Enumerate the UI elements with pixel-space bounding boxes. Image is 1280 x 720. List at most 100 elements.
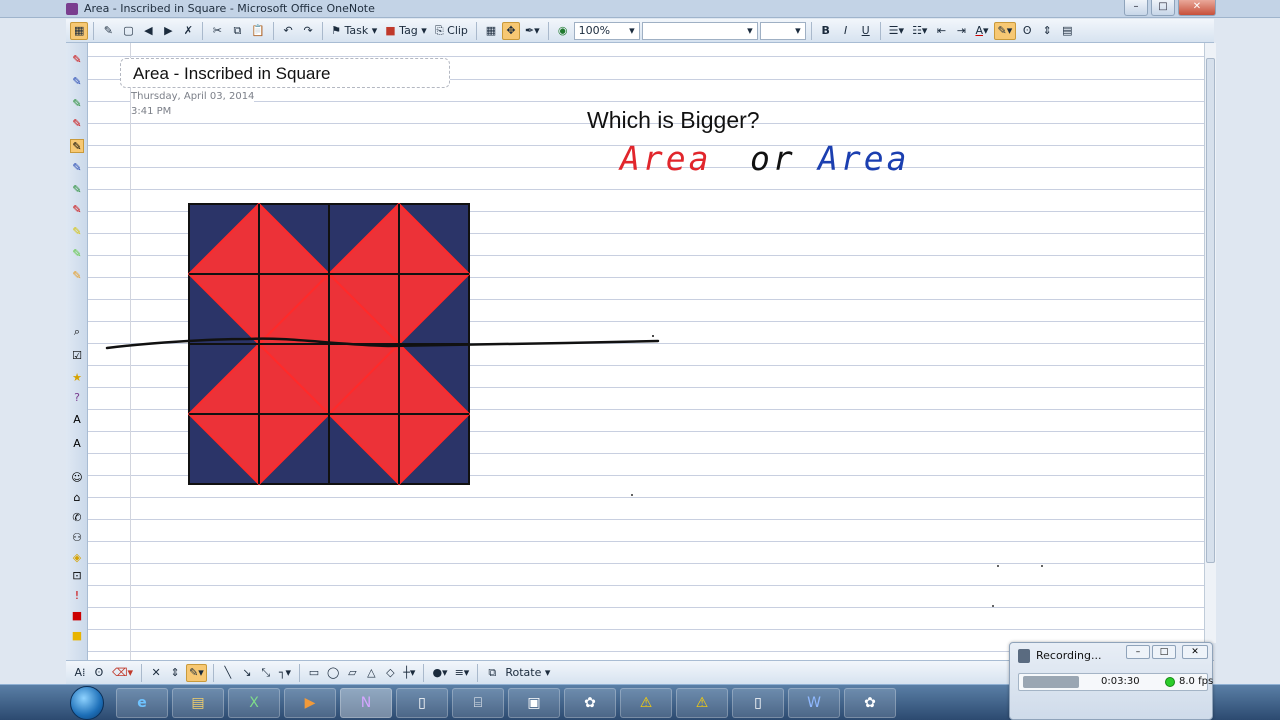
paste-icon[interactable]: 📋 xyxy=(248,22,268,40)
underline-button[interactable]: U xyxy=(857,22,875,40)
word-icon[interactable]: W xyxy=(788,688,840,718)
parallelogram-icon[interactable]: ▱ xyxy=(344,664,360,682)
checkbox-icon[interactable]: ☑ xyxy=(70,349,84,363)
question-text[interactable]: Which is Bigger? xyxy=(587,107,760,134)
double-arrow-icon[interactable]: ⤡ xyxy=(258,664,274,682)
start-orb-icon[interactable] xyxy=(70,686,104,720)
page-list-icon[interactable]: ▤ xyxy=(1058,22,1076,40)
diamond-icon[interactable]: ◇ xyxy=(382,664,398,682)
vertical-scrollbar[interactable] xyxy=(1204,43,1216,643)
warning-icon[interactable]: ⚠ xyxy=(620,688,672,718)
idea-icon[interactable]: ◈ xyxy=(70,551,84,565)
back-icon[interactable]: ◀ xyxy=(139,22,157,40)
ie-icon[interactable]: e xyxy=(116,688,168,718)
axis-icon[interactable]: ┐▾ xyxy=(277,664,293,682)
onenote-task-icon[interactable]: N xyxy=(340,688,392,718)
cursor-icon[interactable]: A xyxy=(70,413,84,427)
delete-page-icon[interactable]: ✗ xyxy=(179,22,197,40)
phone-icon[interactable]: ✆ xyxy=(70,511,84,525)
delete-icon[interactable]: ✕ xyxy=(148,664,164,682)
black-pen-icon[interactable]: ✎ xyxy=(70,139,84,153)
question-icon[interactable]: ? xyxy=(70,391,84,405)
highlighter-button[interactable]: ✎▾ xyxy=(993,21,1017,40)
font-color-button[interactable]: A ▾ xyxy=(972,22,991,40)
eraser-icon[interactable]: ⌫▾ xyxy=(110,664,135,682)
clip-button[interactable]: ⎘ Clip xyxy=(432,22,471,40)
document-icon[interactable]: ▯ xyxy=(396,688,448,718)
contact-icon[interactable]: ☺ xyxy=(70,471,84,485)
outdent-icon[interactable]: ⇤ xyxy=(932,22,950,40)
pan-tool-icon[interactable]: ✥ xyxy=(501,21,520,40)
bold-button[interactable]: B xyxy=(817,22,835,40)
recording-widget[interactable]: Recording... – □ ✕ 0:03:30 8.0 fps xyxy=(1009,642,1213,720)
blue-pen-icon[interactable]: ✎ xyxy=(70,161,84,175)
line-icon[interactable]: ╲ xyxy=(220,664,236,682)
bullets-icon[interactable]: ☰▾ xyxy=(886,22,907,40)
star-icon[interactable]: ★ xyxy=(70,371,84,385)
recorder-source-combo[interactable] xyxy=(1023,676,1079,688)
line-weight-icon[interactable]: ≡▾ xyxy=(453,664,472,682)
home-icon[interactable]: ⌂ xyxy=(70,491,84,505)
lock-icon[interactable]: ⊡ xyxy=(70,569,84,583)
ink-word-area-blue[interactable]: Area xyxy=(818,139,909,178)
green-highlighter-icon[interactable]: ✎ xyxy=(70,247,84,261)
note-page[interactable]: Area - Inscribed in Square Thursday, Apr… xyxy=(88,43,1204,660)
recorder-maximize-button[interactable]: □ xyxy=(1152,645,1176,659)
axes-icon[interactable]: ┼▾ xyxy=(401,664,417,682)
numbering-icon[interactable]: ☷▾ xyxy=(909,22,930,40)
copy-icon[interactable]: ⧉ xyxy=(228,22,246,40)
table-icon[interactable]: ▦ xyxy=(482,22,500,40)
zoom-combo[interactable]: 100% ▾ xyxy=(573,21,640,40)
recorder-close-button[interactable]: ✕ xyxy=(1182,645,1208,659)
color-icon[interactable]: ●▾ xyxy=(430,664,449,682)
green-pen-icon[interactable]: ✎ xyxy=(70,183,84,197)
excel-icon[interactable]: X xyxy=(228,688,280,718)
close-button[interactable]: ✕ xyxy=(1178,0,1216,16)
font-size-combo[interactable]: ▾ xyxy=(759,21,806,40)
file-explorer-icon[interactable]: ▤ xyxy=(172,688,224,718)
monitor-icon[interactable]: ▣ xyxy=(508,688,560,718)
people-icon[interactable]: ⚇ xyxy=(70,531,84,545)
arrow-icon[interactable]: ↘ xyxy=(239,664,255,682)
maximize-button[interactable]: □ xyxy=(1151,0,1175,16)
scrollbar-thumb[interactable] xyxy=(1206,58,1215,563)
page-title[interactable]: Area - Inscribed in Square xyxy=(133,64,331,84)
arrange-icon[interactable]: ⧉ xyxy=(484,664,500,682)
rectangle-icon[interactable]: ▭ xyxy=(306,664,322,682)
text-cursor-icon[interactable]: A⁞ xyxy=(72,664,88,682)
view-toggle-button[interactable]: ▦ xyxy=(70,21,89,40)
undo-icon[interactable]: ↶ xyxy=(279,22,297,40)
italic-button[interactable]: I xyxy=(837,22,855,40)
red-pen-icon[interactable]: ✎ xyxy=(70,203,84,217)
red-pen-icon[interactable]: ✎ xyxy=(70,117,84,131)
triangle-icon[interactable]: △ xyxy=(363,664,379,682)
orange-highlighter-icon[interactable]: ✎ xyxy=(70,269,84,283)
pen-icon[interactable]: ✎ xyxy=(99,22,117,40)
forward-icon[interactable]: ▶ xyxy=(159,22,177,40)
yellow-highlighter-icon[interactable]: ✎ xyxy=(70,225,84,239)
new-page-icon[interactable]: ▢ xyxy=(119,22,137,40)
highlight-icon[interactable]: A xyxy=(70,437,84,451)
insert-space-icon[interactable]: ⇕ xyxy=(167,664,183,682)
ellipse-icon[interactable]: ◯ xyxy=(325,664,341,682)
ink-word-or[interactable]: or xyxy=(750,139,796,178)
search-icon[interactable]: ⌕ xyxy=(70,325,84,339)
task-button[interactable]: ⚑ Task ▾ xyxy=(328,22,380,40)
lasso-icon[interactable]: ʘ xyxy=(1018,22,1036,40)
red-pen-icon[interactable]: ✎ xyxy=(70,53,84,67)
red-square-icon[interactable]: ■ xyxy=(70,609,84,623)
warning-icon[interactable]: ⚠ xyxy=(676,688,728,718)
cut-icon[interactable]: ✂ xyxy=(208,22,226,40)
media-player-icon[interactable]: ▶ xyxy=(284,688,336,718)
yellow-square-icon[interactable]: ■ xyxy=(70,629,84,643)
document-icon[interactable]: ▯ xyxy=(732,688,784,718)
help-icon[interactable]: ◉ xyxy=(554,22,572,40)
inscribed-square-figure[interactable] xyxy=(188,203,470,485)
insert-space-icon[interactable]: ⇕ xyxy=(1038,22,1056,40)
network-icon[interactable]: ⌸ xyxy=(452,688,504,718)
important-icon[interactable]: ! xyxy=(70,589,84,603)
ink-tool-icon[interactable]: ✒▾ xyxy=(522,22,543,40)
lasso-icon[interactable]: ʘ xyxy=(91,664,107,682)
page-title-box[interactable]: Area - Inscribed in Square xyxy=(120,58,450,88)
pen-icon[interactable]: ✎▾ xyxy=(186,663,207,682)
